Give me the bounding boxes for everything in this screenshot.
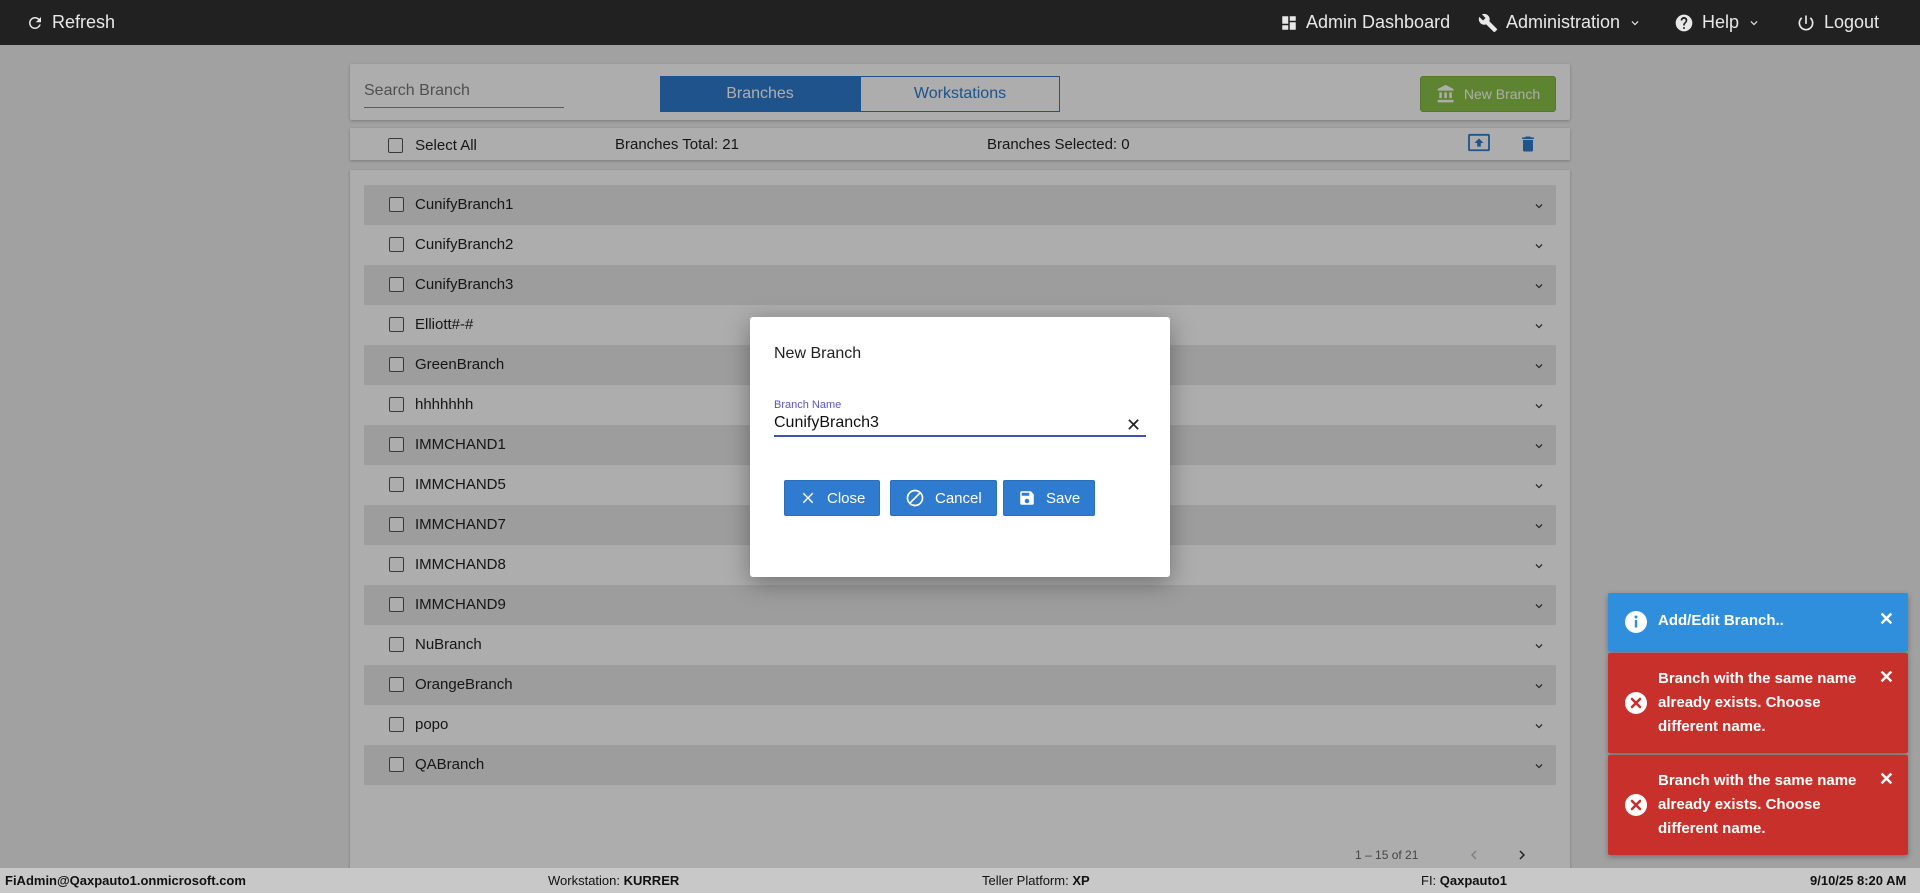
branch-name-label: Branch Name [774,399,842,411]
power-icon [1798,15,1814,31]
chevron-down-icon [1750,20,1758,25]
footer-fi-label: FI: [1421,873,1437,888]
refresh-label: Refresh [52,12,116,32]
chevron-down-icon [1631,20,1639,25]
footer-platform-value: XP [1072,873,1090,888]
toast-error: Branch with the same name already exists… [1608,653,1908,753]
footer-datetime: 9/10/25 8:20 AM [1810,873,1907,888]
refresh-icon [28,16,41,29]
block-icon [906,489,924,507]
error-icon [1625,794,1647,816]
toast-error-message: Branch with the same name already exists… [1658,670,1857,735]
footer-workstation-label: Workstation: [548,873,621,888]
footer-workstation-value: KURRER [623,873,680,888]
admin-dashboard-link[interactable]: Admin Dashboard [1280,0,1450,45]
administration-menu[interactable]: Administration [1478,0,1642,45]
dialog-title: New Branch [774,345,862,362]
top-bar: Refresh Admin Dashboard Administration H… [0,0,1920,45]
toast-error: Branch with the same name already exists… [1608,755,1908,855]
wrench-icon [1478,13,1498,32]
save-icon [1020,491,1034,505]
toast-info-message: Add/Edit Branch.. [1658,612,1784,629]
toast-close-icon[interactable]: ✕ [1879,609,1894,630]
close-label: Close [827,489,866,507]
refresh-button[interactable]: Refresh [26,0,115,45]
toast-info: Add/Edit Branch.. ✕ [1608,593,1908,651]
clear-icon[interactable]: ✕ [1126,415,1141,436]
info-icon [1625,611,1647,633]
error-icon [1625,692,1647,714]
logout-label: Logout [1824,12,1880,32]
footer-user: FiAdmin@Qaxpauto1.onmicrosoft.com [5,873,246,888]
footer-platform-label: Teller Platform: [982,873,1069,888]
branch-name-input[interactable] [774,411,1146,437]
toast-close-icon[interactable]: ✕ [1879,667,1894,688]
logout-button[interactable]: Logout [1796,0,1879,45]
footer-fi-value: Qaxpauto1 [1439,873,1507,888]
cancel-button[interactable]: Cancel [890,480,997,516]
toast-close-icon[interactable]: ✕ [1879,769,1894,790]
save-button[interactable]: Save [1003,480,1096,516]
cancel-label: Cancel [935,489,982,507]
toast-error-message: Branch with the same name already exists… [1658,772,1857,837]
save-label: Save [1046,489,1081,507]
new-branch-dialog: New Branch Branch Name ✕ Close Cancel Sa… [750,317,1170,577]
help-circle-icon [1675,14,1693,31]
status-footer: FiAdmin@Qaxpauto1.onmicrosoft.com Workst… [0,868,1920,893]
dashboard-icon [1282,15,1296,30]
administration-label: Administration [1506,12,1621,32]
help-label: Help [1702,12,1740,32]
help-menu[interactable]: Help [1674,0,1761,45]
close-icon [802,492,814,504]
admin-dashboard-label: Admin Dashboard [1306,12,1451,32]
close-button[interactable]: Close [784,480,881,516]
